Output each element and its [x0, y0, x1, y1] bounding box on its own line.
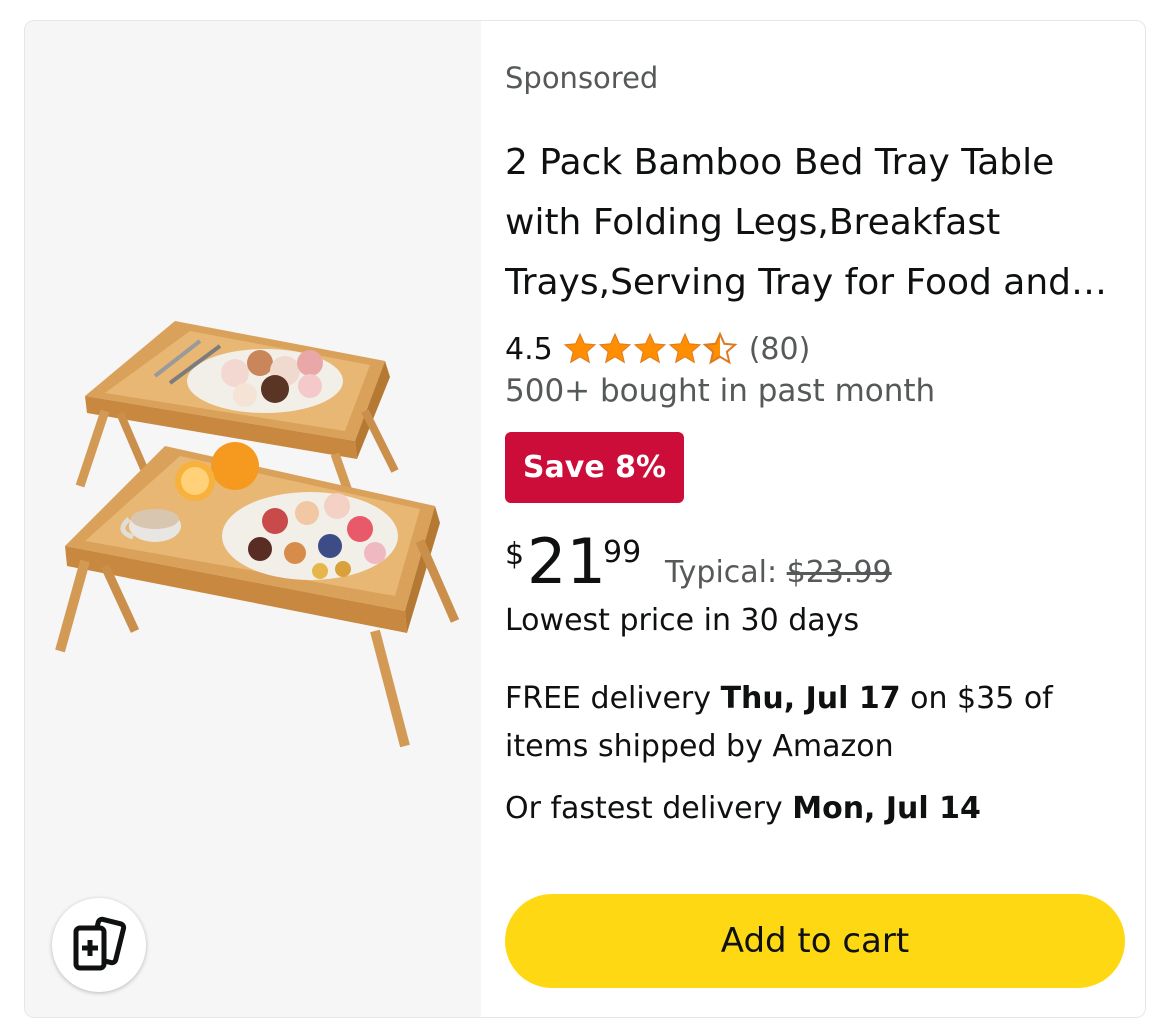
rating-value: 4.5	[505, 331, 553, 367]
price-whole: 21	[527, 525, 606, 598]
typical-price: Typical: $23.99	[665, 555, 892, 590]
price-fraction: 99	[603, 535, 642, 570]
rating-row[interactable]: 4.5 (80)	[505, 327, 810, 371]
delivery-date: Thu, Jul 17	[720, 681, 901, 716]
typical-label: Typical:	[665, 555, 778, 590]
fastest-delivery: Or fastest delivery Mon, Jul 14	[505, 785, 981, 833]
review-count[interactable]: (80)	[749, 332, 811, 367]
product-image[interactable]	[45, 291, 465, 771]
fastest-prefix: Or fastest delivery	[505, 791, 783, 826]
price-symbol: $	[505, 537, 525, 572]
compare-cards-icon	[73, 916, 127, 971]
stars-icon	[564, 333, 736, 364]
product-title[interactable]: 2 Pack Bamboo Bed Tray Table with Foldin…	[505, 133, 1127, 313]
compare-button[interactable]	[52, 898, 146, 992]
product-image-panel[interactable]	[25, 21, 481, 1017]
fastest-date: Mon, Jul 14	[792, 791, 981, 826]
lowest-price-note: Lowest price in 30 days	[505, 603, 860, 638]
delivery-prefix: FREE delivery	[505, 681, 712, 716]
typical-price-value: $23.99	[786, 555, 892, 590]
save-badge: Save 8%	[505, 432, 684, 503]
add-to-cart-button[interactable]: Add to cart	[505, 894, 1125, 988]
free-delivery: FREE delivery Thu, Jul 17 on $35 of item…	[505, 675, 1127, 771]
sponsored-label: Sponsored	[505, 61, 659, 95]
bottom-tray	[55, 442, 460, 748]
star-rating[interactable]	[563, 332, 739, 366]
bought-count: 500+ bought in past month	[505, 373, 936, 409]
product-card[interactable]: Sponsored 2 Pack Bamboo Bed Tray Table w…	[24, 20, 1146, 1018]
